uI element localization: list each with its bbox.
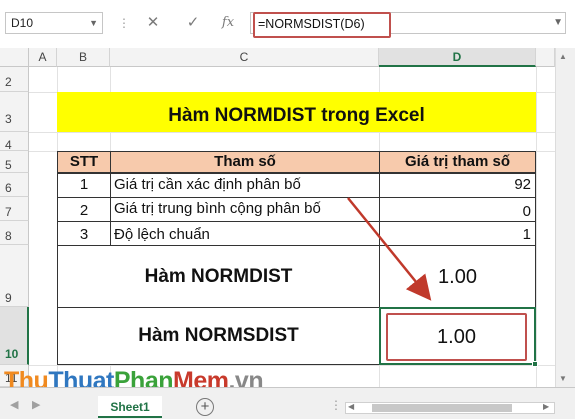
annotation-arrow [347,197,432,301]
scroll-right-icon[interactable]: ▶ [543,402,549,411]
scroll-left-icon[interactable]: ◀ [348,402,354,411]
scroll-down-icon[interactable]: ▼ [559,374,567,383]
horizontal-scroll-thumb[interactable] [372,404,512,412]
next-sheet-icon[interactable]: ▶ [32,398,40,411]
tab-split-handle-icon[interactable]: ⋮ [330,398,342,412]
add-sheet-icon[interactable]: + [196,398,214,416]
vertical-scrollbar[interactable] [555,48,575,388]
scroll-up-icon[interactable]: ▲ [559,52,567,61]
sheet-tab-sheet1[interactable]: Sheet1 [98,396,162,418]
prev-sheet-icon[interactable]: ◀ [10,398,18,411]
